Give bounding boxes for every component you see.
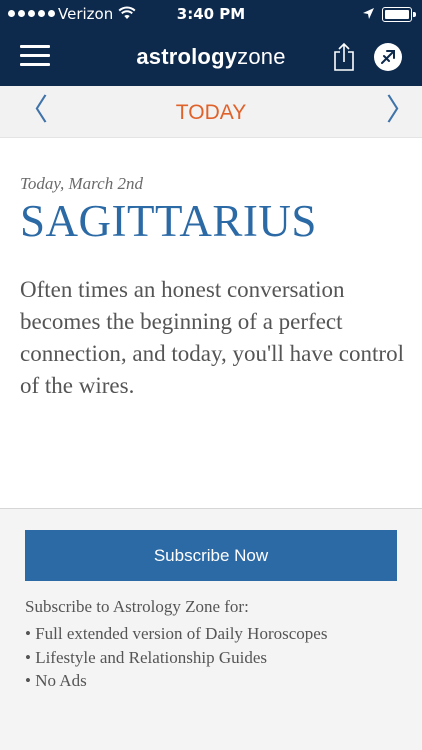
subscribe-panel: Subscribe Now Subscribe to Astrology Zon… <box>0 508 422 750</box>
app-header: Verizon 3:40 PM astrologyzone <box>0 0 422 86</box>
logo-astrology: astrology <box>136 44 238 69</box>
subscribe-intro: Subscribe to Astrology Zone for: <box>25 597 249 616</box>
zodiac-sign-title: SAGITTARIUS <box>20 196 317 246</box>
status-time: 3:40 PM <box>176 5 246 23</box>
location-arrow-icon <box>363 8 374 19</box>
subscribe-button[interactable]: Subscribe Now <box>25 530 397 581</box>
logo-zone: zone <box>237 44 286 69</box>
benefit-item: • Lifestyle and Relationship Guides <box>25 647 268 667</box>
app-logo: astrologyzone <box>0 44 422 70</box>
horoscope-date: Today, March 2nd <box>20 174 143 193</box>
next-day-chevron-icon[interactable]: 〉 <box>386 96 416 126</box>
horoscope-text: Often times an honest conversation becom… <box>20 277 404 398</box>
day-label: TODAY <box>175 101 247 124</box>
benefit-item: • No Ads <box>25 671 87 690</box>
battery-icon <box>382 7 416 22</box>
sagittarius-sign-icon[interactable] <box>374 43 402 71</box>
day-navigation: 〈 TODAY 〉 <box>0 86 422 138</box>
benefit-item: • Full extended version of Daily Horosco… <box>25 624 328 643</box>
benefits-list: • Full extended version of Daily Horosco… <box>25 622 327 693</box>
status-bar: Verizon 3:40 PM <box>0 0 422 30</box>
share-icon[interactable] <box>333 42 355 72</box>
